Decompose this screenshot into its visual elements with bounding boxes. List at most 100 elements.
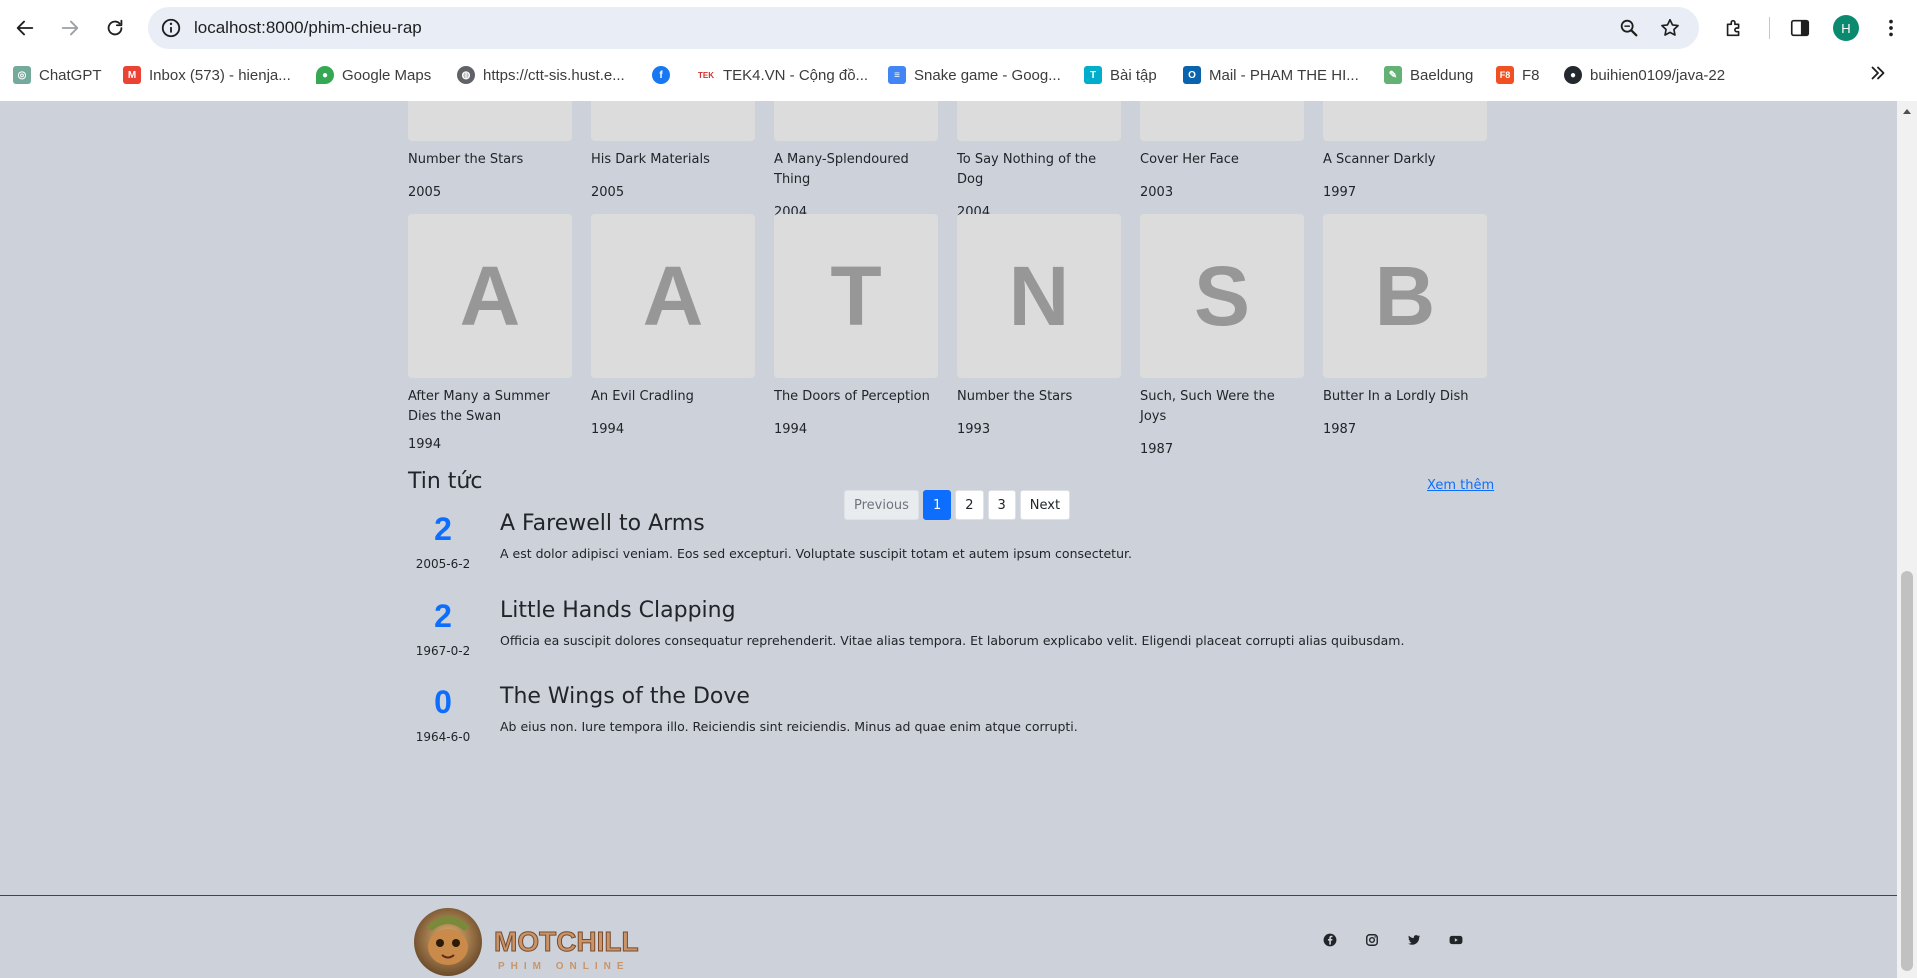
bookmark-star-icon[interactable] [1659,17,1681,39]
movie-title[interactable]: The Doors of Perception [774,387,938,407]
baeldung-icon: ✎ [1384,66,1402,84]
movie-title[interactable]: Such, Such Were the Joys [1140,387,1304,427]
movie-title[interactable]: A Many-Splendoured Thing [774,150,938,190]
tek4-icon: TEK [697,66,715,84]
facebook-social-button[interactable] [1321,931,1339,949]
side-panel-icon [1790,19,1810,37]
zoom-icon[interactable] [1618,17,1640,39]
bookmark-ctt-sis[interactable]: ◍ https://ctt-sis.hust.e... [457,63,625,87]
gmail-icon: M [123,66,141,84]
movie-card[interactable]: N Number the Stars 1993 [957,214,1121,440]
movie-card[interactable]: To Say Nothing of the Dog 2004 [957,101,1121,223]
movie-year: 1994 [408,437,442,452]
movie-title[interactable]: Cover Her Face [1140,150,1304,170]
movie-card[interactable]: S Such, Such Were the Joys 1987 [1140,214,1304,460]
movie-poster[interactable]: T [774,214,938,378]
youtube-social-button[interactable] [1447,931,1465,949]
movie-poster[interactable] [408,101,572,141]
movie-title[interactable]: His Dark Materials [591,150,755,170]
movie-card[interactable]: Cover Her Face 2003 [1140,101,1304,203]
arrow-right-icon [61,20,79,36]
movie-title[interactable]: An Evil Cradling [591,387,755,407]
movie-poster[interactable] [774,101,938,141]
reload-icon [107,19,123,36]
bookmarks-bar: ◎ ChatGPT M Inbox (573) - hienja... ● Go… [0,57,1917,93]
movie-poster[interactable] [957,101,1121,141]
browser-chrome: localhost:8000/phim-chieu-rap H ◎ ChatGP… [0,0,1917,101]
scrollbar-thumb[interactable] [1901,571,1913,971]
bookmark-facebook[interactable]: f [652,63,678,87]
forward-button[interactable] [53,11,87,45]
reload-button[interactable] [98,11,132,45]
bookmark-gmail[interactable]: M Inbox (573) - hienja... [123,63,291,87]
bookmark-tek4[interactable]: TEK TEK4.VN - Cộng đồ... [697,63,868,87]
movie-poster[interactable] [1140,101,1304,141]
side-panel-button[interactable] [1786,14,1814,42]
browser-toolbar: localhost:8000/phim-chieu-rap H [0,0,1917,56]
movie-poster[interactable]: A [591,214,755,378]
news-item[interactable]: 2 1967-0-2 Little Hands Clapping Officia… [408,598,1508,668]
movie-year: 1993 [957,422,991,437]
facebook-icon: f [652,66,670,84]
movie-card[interactable]: A An Evil Cradling 1994 [591,214,755,440]
bookmark-chatgpt[interactable]: ◎ ChatGPT [13,63,102,87]
news-description: A est dolor adipisci veniam. Eos sed exc… [500,546,1132,561]
footer-divider [0,895,1897,896]
url-text[interactable]: localhost:8000/phim-chieu-rap [194,18,422,38]
movie-card[interactable]: B Butter In a Lordly Dish 1987 [1323,214,1487,440]
extensions-button[interactable] [1720,14,1748,42]
bookmark-google-maps[interactable]: ● Google Maps [316,63,431,87]
instagram-social-button[interactable] [1363,931,1381,949]
site-info-icon[interactable] [160,17,182,39]
movie-title[interactable]: After Many a Summer Dies the Swan [408,387,572,427]
movie-title[interactable]: Number the Stars [408,150,572,170]
address-bar[interactable]: localhost:8000/phim-chieu-rap [148,7,1699,49]
movie-poster[interactable]: N [957,214,1121,378]
news-item[interactable]: 0 1964-6-0 The Wings of the Dove Ab eius… [408,684,1508,754]
movie-title[interactable]: Butter In a Lordly Dish [1323,387,1487,407]
movie-year: 1987 [1140,442,1174,457]
see-more-link[interactable]: Xem thêm [1427,478,1494,493]
movie-card[interactable]: His Dark Materials 2005 [591,101,755,203]
bookmark-f8[interactable]: F8 F8 [1496,63,1540,87]
bookmark-bai-tap[interactable]: T Bài tập [1084,63,1157,87]
f8-icon: F8 [1496,66,1514,84]
docs-icon: ≡ [888,66,906,84]
movie-poster[interactable]: A [408,214,572,378]
news-headline[interactable]: The Wings of the Dove [500,684,750,709]
arrow-left-icon [16,20,34,36]
news-day: 2 [434,511,452,547]
outlook-icon: O [1183,66,1201,84]
bookmark-github[interactable]: ● buihien0109/java-22 [1564,63,1725,87]
movie-card[interactable]: A After Many a Summer Dies the Swan 1994 [408,214,572,455]
movie-title[interactable]: A Scanner Darkly [1323,150,1487,170]
bookmark-baeldung[interactable]: ✎ Baeldung [1384,63,1473,87]
movie-poster[interactable] [591,101,755,141]
page-scrollbar[interactable] [1897,101,1917,978]
browser-menu-button[interactable] [1877,14,1905,42]
news-headline[interactable]: A Farewell to Arms [500,511,705,536]
puzzle-icon [1726,19,1740,37]
movie-card[interactable]: A Many-Splendoured Thing 2004 [774,101,938,223]
bookmark-outlook-mail[interactable]: O Mail - PHAM THE HI... [1183,63,1359,87]
movie-poster[interactable]: B [1323,214,1487,378]
movie-poster[interactable]: S [1140,214,1304,378]
news-item[interactable]: 2 2005-6-2 A Farewell to Arms A est dolo… [408,511,1508,581]
movie-year: 2005 [408,185,442,200]
movie-card[interactable]: T The Doors of Perception 1994 [774,214,938,440]
movie-title[interactable]: Number the Stars [957,387,1121,407]
back-button[interactable] [8,11,42,45]
motchill-logo[interactable]: MOTCHILL PHIM ONLINE [412,905,664,978]
news-date: 1964-6-0 [415,730,471,744]
twitter-social-button[interactable] [1405,931,1423,949]
chatgpt-icon: ◎ [13,66,31,84]
bookmark-snake-game[interactable]: ≡ Snake game - Goog... [888,63,1061,87]
chevron-double-right-icon[interactable] [1867,62,1889,84]
scroll-up-arrow-icon[interactable] [1903,109,1911,114]
profile-avatar[interactable]: H [1833,15,1859,41]
news-headline[interactable]: Little Hands Clapping [500,598,736,623]
movie-card[interactable]: Number the Stars 2005 [408,101,572,203]
movie-title[interactable]: To Say Nothing of the Dog [957,150,1121,190]
movie-poster[interactable] [1323,101,1487,141]
movie-card[interactable]: A Scanner Darkly 1997 [1323,101,1487,203]
